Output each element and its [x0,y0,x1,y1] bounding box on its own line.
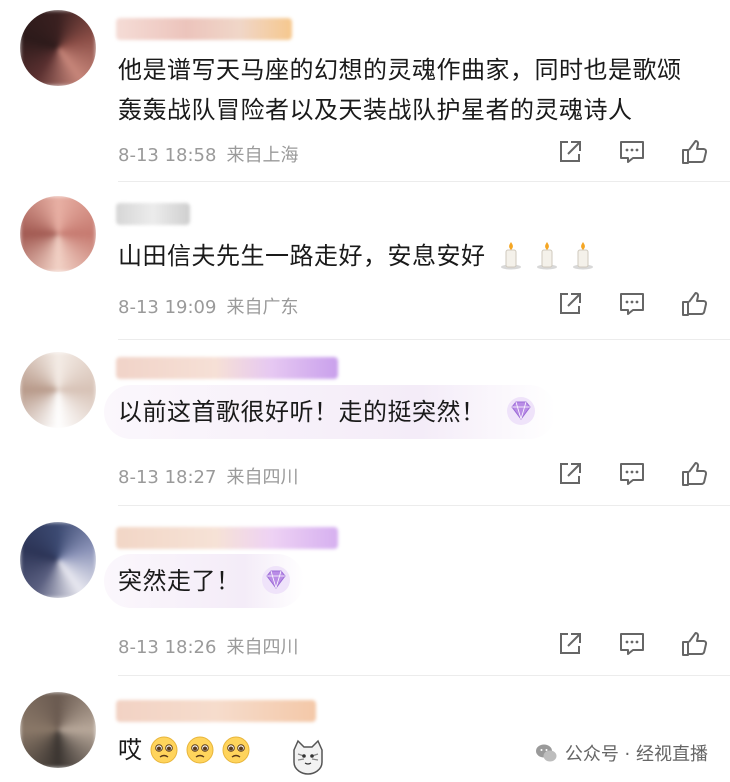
comment-text-line: 以前这首歌很好听！走的挺突然！ [118,398,486,426]
divider [118,181,730,182]
share-icon[interactable] [556,460,584,488]
comment-location: 来自四川 [226,637,299,658]
pleading-face-icon [221,735,251,765]
comment-text-line: 山田信夫先生一路走好，安息安好 [118,242,486,270]
like-icon[interactable] [680,460,708,488]
username-blurred[interactable] [116,357,338,379]
comment-location: 来自四川 [226,467,299,488]
comment-actions [556,290,716,318]
comment-text: 山田信夫先生一路走好，安息安好 [118,236,710,276]
comment-text: 以前这首歌很好听！走的挺突然！ [118,392,710,432]
like-icon[interactable] [680,290,708,318]
candle-icon [536,240,558,270]
comment-icon[interactable] [618,460,646,488]
candle-icon [500,240,522,270]
watermark-text: 公众号 · 经视直播 [564,744,708,765]
comment-actions [556,460,716,488]
watermark: 公众号 · 经视直播 [535,740,708,766]
comment-icon[interactable] [618,630,646,658]
avatar[interactable] [20,10,96,86]
comment-meta: 8-13 18:27 来自四川 [118,463,298,489]
candle-icon [572,240,594,270]
comment-time: 8-13 18:26 [118,637,217,658]
divider [118,339,730,340]
comment-text-line: 轰轰战队冒险者以及天装战队护星者的灵魂诗人 [118,96,633,124]
like-icon[interactable] [680,630,708,658]
comment-icon[interactable] [618,290,646,318]
comment-actions [556,138,716,166]
like-icon[interactable] [680,138,708,166]
comment-meta: 8-13 19:09 来自广东 [118,293,298,319]
comment-time: 8-13 19:09 [118,297,217,318]
divider [118,505,730,506]
cat-sticker-icon [293,739,323,775]
comment-text: 突然走了！ [118,561,710,601]
share-icon[interactable] [556,290,584,318]
wechat-icon [535,744,557,762]
comment-location: 来自广东 [226,297,299,318]
share-icon[interactable] [556,138,584,166]
pleading-face-icon [185,735,215,765]
comment-text-line: 突然走了！ [118,567,241,595]
comment-location: 来自上海 [226,145,299,166]
divider [118,675,730,676]
username-blurred[interactable] [116,203,190,225]
username-blurred[interactable] [116,18,292,40]
username-blurred[interactable] [116,700,316,722]
pleading-face-icon [149,735,179,765]
comment-time: 8-13 18:58 [118,145,217,166]
gem-icon [259,565,293,595]
comment-meta: 8-13 18:26 来自四川 [118,633,298,659]
comment-text-line: 哎 [118,736,143,764]
comment-time: 8-13 18:27 [118,467,217,488]
avatar[interactable] [20,352,96,428]
comment-icon[interactable] [618,138,646,166]
avatar[interactable] [20,196,96,272]
avatar[interactable] [20,692,96,768]
gem-icon [504,396,538,426]
comment-text-line: 他是谱写天马座的幻想的灵魂作曲家，同时也是歌颂 [118,56,682,84]
comment-meta: 8-13 18:58 来自上海 [118,141,298,167]
share-icon[interactable] [556,630,584,658]
avatar[interactable] [20,522,96,598]
comment-text: 他是谱写天马座的幻想的灵魂作曲家，同时也是歌颂 轰轰战队冒险者以及天装战队护星者… [118,50,710,130]
username-blurred[interactable] [116,527,338,549]
comment-actions [556,630,716,658]
